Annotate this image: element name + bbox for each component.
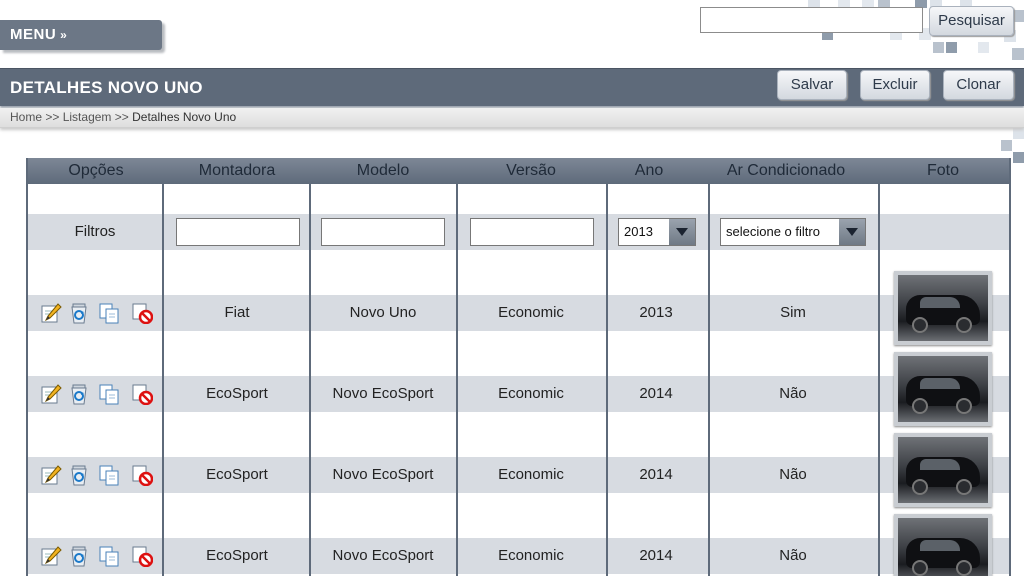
year-cell: 2014 bbox=[639, 466, 673, 483]
manufacturer-filter-input[interactable] bbox=[176, 218, 300, 246]
decor-square bbox=[1013, 152, 1024, 163]
menu-button[interactable]: MENU» bbox=[0, 20, 162, 50]
decor-square bbox=[1001, 140, 1012, 151]
disable-icon[interactable] bbox=[131, 383, 154, 406]
model-cell: Novo EcoSport bbox=[332, 547, 434, 564]
column-header-options: Opções bbox=[68, 162, 124, 179]
column-divider bbox=[309, 184, 311, 576]
column-header-model: Modelo bbox=[356, 162, 410, 179]
save-button[interactable]: Salvar bbox=[777, 70, 847, 100]
disable-icon[interactable] bbox=[131, 302, 154, 325]
decor-square bbox=[1012, 48, 1024, 60]
edit-icon[interactable] bbox=[40, 302, 62, 324]
version-cell: Economic bbox=[498, 547, 564, 564]
vehicle-table: Opções Montadora Modelo Versão Ano Ar Co… bbox=[26, 158, 1011, 576]
model-cell: Novo Uno bbox=[349, 304, 417, 321]
air-conditioning-cell: Não bbox=[779, 466, 807, 483]
title-bar: DETALHES NOVO UNO Salvar Excluir Clonar bbox=[0, 68, 1024, 106]
decor-square bbox=[933, 42, 944, 53]
car-photo-thumbnail[interactable] bbox=[894, 352, 992, 426]
year-cell: 2013 bbox=[639, 304, 673, 321]
column-header-photo: Foto bbox=[926, 162, 959, 179]
column-divider bbox=[162, 184, 164, 576]
breadcrumb: Home >> Listagem >> Detalhes Novo Uno bbox=[0, 108, 1024, 128]
dropdown-arrow-icon bbox=[669, 219, 695, 245]
breadcrumb-home-link[interactable]: Home bbox=[10, 110, 42, 124]
column-header-manufacturer: Montadora bbox=[198, 162, 276, 179]
car-photo-thumbnail[interactable] bbox=[894, 514, 992, 576]
recycle-icon[interactable] bbox=[68, 545, 90, 567]
model-cell: Novo EcoSport bbox=[332, 466, 434, 483]
clone-icon[interactable] bbox=[98, 383, 120, 405]
car-photo-thumbnail[interactable] bbox=[894, 433, 992, 507]
menu-label: MENU bbox=[10, 26, 57, 43]
column-divider bbox=[456, 184, 458, 576]
clone-icon[interactable] bbox=[98, 302, 120, 324]
column-header-version: Versão bbox=[506, 162, 556, 179]
clone-icon[interactable] bbox=[98, 464, 120, 486]
recycle-icon[interactable] bbox=[68, 302, 90, 324]
decor-square bbox=[1013, 128, 1024, 139]
version-cell: Economic bbox=[498, 466, 564, 483]
column-header-air-conditioning: Ar Condicionado bbox=[726, 162, 846, 179]
year-filter-value: 2013 bbox=[624, 224, 653, 239]
year-cell: 2014 bbox=[639, 547, 673, 564]
column-header-year: Ano bbox=[634, 162, 664, 179]
version-filter-input[interactable] bbox=[470, 218, 594, 246]
recycle-icon[interactable] bbox=[68, 464, 90, 486]
disable-icon[interactable] bbox=[131, 545, 154, 568]
air-conditioning-filter-select[interactable]: selecione o filtro bbox=[720, 218, 866, 246]
model-filter-input[interactable] bbox=[321, 218, 445, 246]
manufacturer-cell: Fiat bbox=[224, 304, 250, 321]
air-conditioning-cell: Não bbox=[779, 547, 807, 564]
page-title: DETALHES NOVO UNO bbox=[10, 78, 203, 97]
air-conditioning-cell: Não bbox=[779, 385, 807, 402]
breadcrumb-separator: >> bbox=[114, 110, 129, 124]
air-conditioning-cell: Sim bbox=[780, 304, 806, 321]
version-cell: Economic bbox=[498, 385, 564, 402]
dropdown-arrow-icon bbox=[839, 219, 865, 245]
table-header: Opções Montadora Modelo Versão Ano Ar Co… bbox=[28, 158, 1009, 184]
breadcrumb-list-link[interactable]: Listagem bbox=[63, 110, 112, 124]
air-conditioning-filter-value: selecione o filtro bbox=[726, 224, 820, 239]
edit-icon[interactable] bbox=[40, 545, 62, 567]
year-cell: 2014 bbox=[639, 385, 673, 402]
edit-icon[interactable] bbox=[40, 464, 62, 486]
column-divider bbox=[606, 184, 608, 576]
breadcrumb-separator: >> bbox=[45, 110, 60, 124]
decor-square bbox=[978, 42, 989, 53]
double-chevron-down-icon: » bbox=[60, 28, 68, 42]
clone-button[interactable]: Clonar bbox=[943, 70, 1014, 100]
disable-icon[interactable] bbox=[131, 464, 154, 487]
manufacturer-cell: EcoSport bbox=[206, 466, 268, 483]
manufacturer-cell: EcoSport bbox=[206, 385, 268, 402]
breadcrumb-current: Detalhes Novo Uno bbox=[132, 110, 237, 124]
search-button[interactable]: Pesquisar bbox=[929, 6, 1014, 36]
column-divider bbox=[878, 184, 880, 576]
search-input[interactable] bbox=[700, 7, 923, 33]
year-filter-select[interactable]: 2013 bbox=[618, 218, 696, 246]
car-photo-thumbnail[interactable] bbox=[894, 271, 992, 345]
clone-icon[interactable] bbox=[98, 545, 120, 567]
model-cell: Novo EcoSport bbox=[332, 385, 434, 402]
manufacturer-cell: EcoSport bbox=[206, 547, 268, 564]
edit-icon[interactable] bbox=[40, 383, 62, 405]
version-cell: Economic bbox=[498, 304, 564, 321]
decor-square bbox=[946, 42, 957, 53]
recycle-icon[interactable] bbox=[68, 383, 90, 405]
delete-button[interactable]: Excluir bbox=[860, 70, 930, 100]
filters-label: Filtros bbox=[74, 223, 116, 240]
column-divider bbox=[708, 184, 710, 576]
